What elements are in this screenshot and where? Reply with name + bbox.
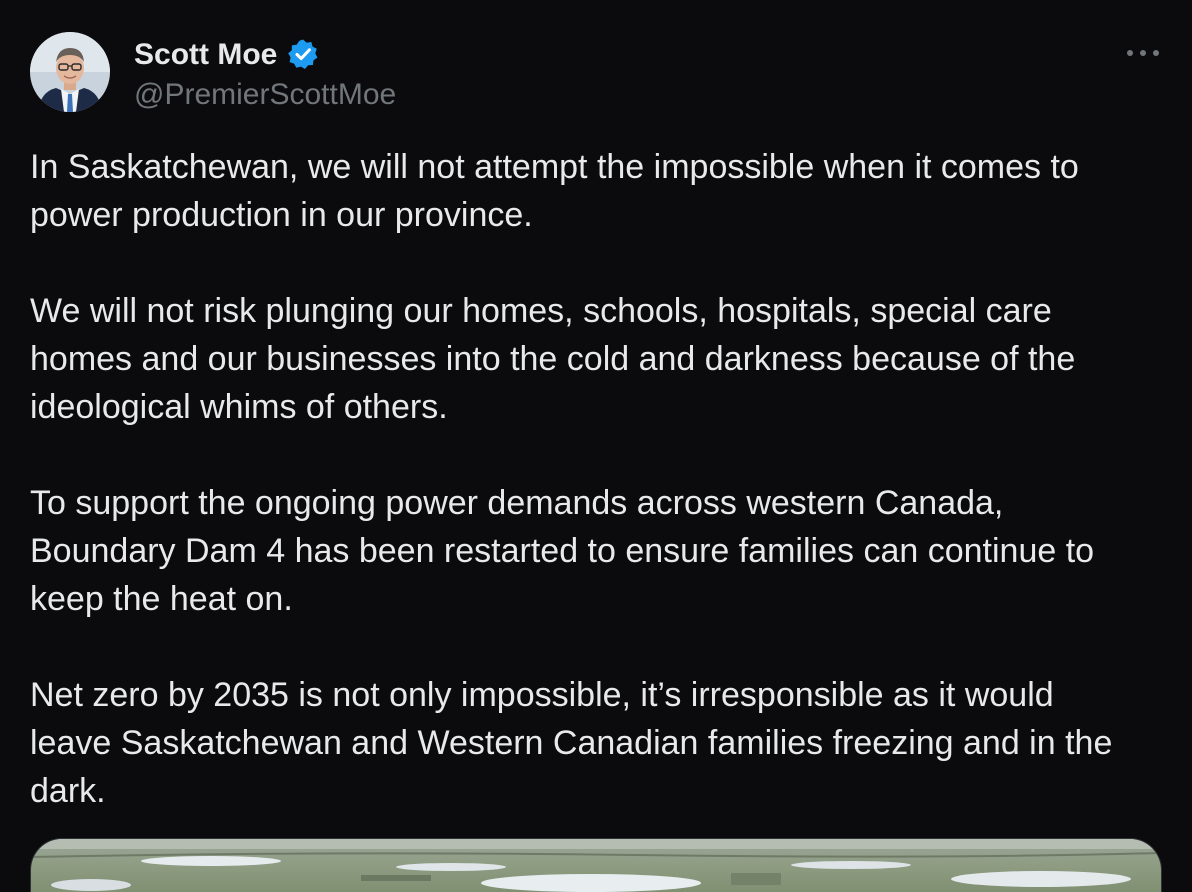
tweet-photo[interactable] <box>30 838 1162 892</box>
verified-badge-icon[interactable] <box>287 38 319 70</box>
tweet-paragraph: To support the ongoing power demands acr… <box>30 479 1170 623</box>
tweet-paragraph: In Saskatchewan, we will not attempt the… <box>30 143 1170 239</box>
tweet-text: In Saskatchewan, we will not attempt the… <box>30 143 1170 815</box>
tweet-paragraph: Net zero by 2035 is not only impossible,… <box>30 671 1170 815</box>
author-handle[interactable]: @PremierScottMoe <box>134 77 396 113</box>
tweet-text-line: keep the heat on. <box>30 580 293 618</box>
tweet-text-line: homes and our businesses into the cold a… <box>30 340 1076 378</box>
avatar-photo-icon <box>30 32 110 112</box>
tweet-text-line: In Saskatchewan, we will not attempt the… <box>30 148 1079 186</box>
tweet-text-line: Net zero by 2035 is not only impossible,… <box>30 676 1054 714</box>
tweet-text-line: leave Saskatchewan and Western Canadian … <box>30 724 1113 762</box>
tweet-text-line: To support the ongoing power demands acr… <box>30 484 1004 522</box>
tweet-text-line: We will not risk plunging our homes, sch… <box>30 292 1052 330</box>
tweet-text-line: Boundary Dam 4 has been restarted to ens… <box>30 532 1095 570</box>
aerial-landscape-photo-icon <box>31 839 1161 892</box>
tweet-paragraph: We will not risk plunging our homes, sch… <box>30 287 1170 431</box>
author-name[interactable]: Scott Moe <box>134 37 277 73</box>
more-options-icon[interactable] <box>1121 39 1165 67</box>
tweet-text-line: ideological whims of others. <box>30 388 448 426</box>
tweet-text-line: dark. <box>30 772 106 810</box>
author-avatar[interactable] <box>30 32 110 112</box>
tweet-text-line: power production in our province. <box>30 196 533 234</box>
